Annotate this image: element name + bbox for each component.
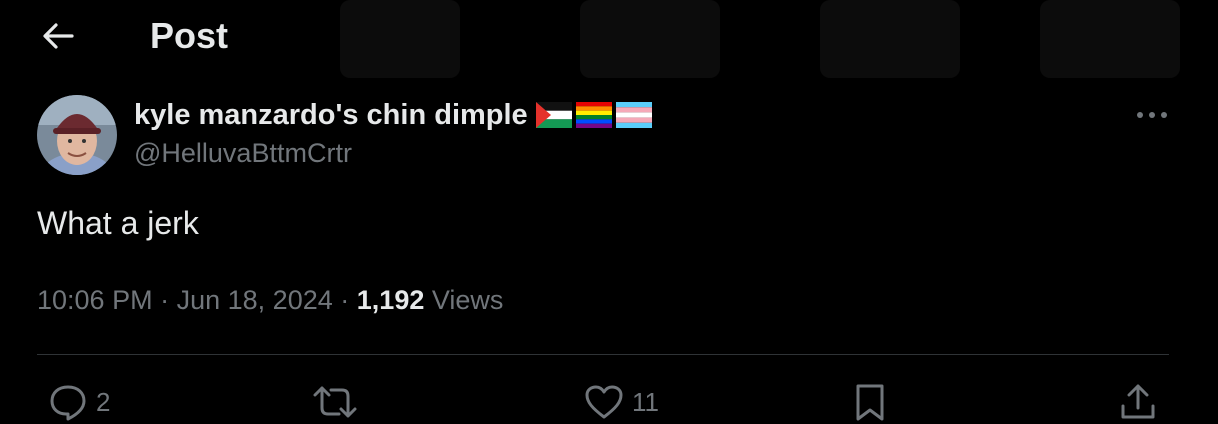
meta-separator: · bbox=[160, 285, 170, 315]
post-time[interactable]: 10:06 PM bbox=[37, 285, 153, 315]
views-count: 1,192 bbox=[356, 285, 425, 315]
author-handle[interactable]: @HelluvaBttmCrtr bbox=[134, 138, 352, 169]
rainbow-pride-flag-icon bbox=[575, 102, 612, 128]
flag-emoji-group bbox=[535, 102, 652, 128]
display-name[interactable]: kyle manzardo's chin dimple bbox=[134, 99, 528, 132]
post-text: What a jerk bbox=[37, 205, 199, 241]
back-button[interactable] bbox=[36, 16, 80, 56]
post-metadata: 10:06 PM · Jun 18, 2024 · 1,192 Views bbox=[37, 285, 503, 316]
repost-icon bbox=[313, 386, 357, 418]
like-count: 11 bbox=[632, 386, 659, 417]
post-header: Post bbox=[0, 0, 1218, 80]
bookmark-button[interactable] bbox=[852, 380, 888, 424]
author-name-row[interactable]: kyle manzardo's chin dimple bbox=[134, 98, 652, 132]
like-button[interactable]: 11 bbox=[584, 380, 659, 424]
page-title: Post bbox=[150, 15, 229, 56]
more-options-button[interactable] bbox=[1130, 100, 1174, 130]
reply-count: 2 bbox=[96, 386, 111, 417]
reply-icon bbox=[50, 385, 86, 421]
reply-button[interactable]: 2 bbox=[48, 380, 110, 424]
bookmark-icon bbox=[856, 384, 884, 421]
share-button[interactable] bbox=[1118, 380, 1158, 424]
transgender-pride-flag-icon bbox=[615, 102, 652, 128]
repost-button[interactable] bbox=[312, 380, 366, 424]
meta-separator: · bbox=[340, 285, 350, 315]
divider bbox=[37, 354, 1169, 355]
arrow-left-icon bbox=[43, 23, 74, 49]
post-date[interactable]: Jun 18, 2024 bbox=[177, 285, 333, 315]
share-icon bbox=[1121, 384, 1155, 419]
heart-icon bbox=[585, 385, 623, 419]
palestine-flag-icon bbox=[535, 102, 572, 128]
avatar[interactable] bbox=[37, 95, 117, 175]
views-label: Views bbox=[431, 285, 504, 315]
more-horizontal-icon bbox=[1137, 112, 1167, 118]
